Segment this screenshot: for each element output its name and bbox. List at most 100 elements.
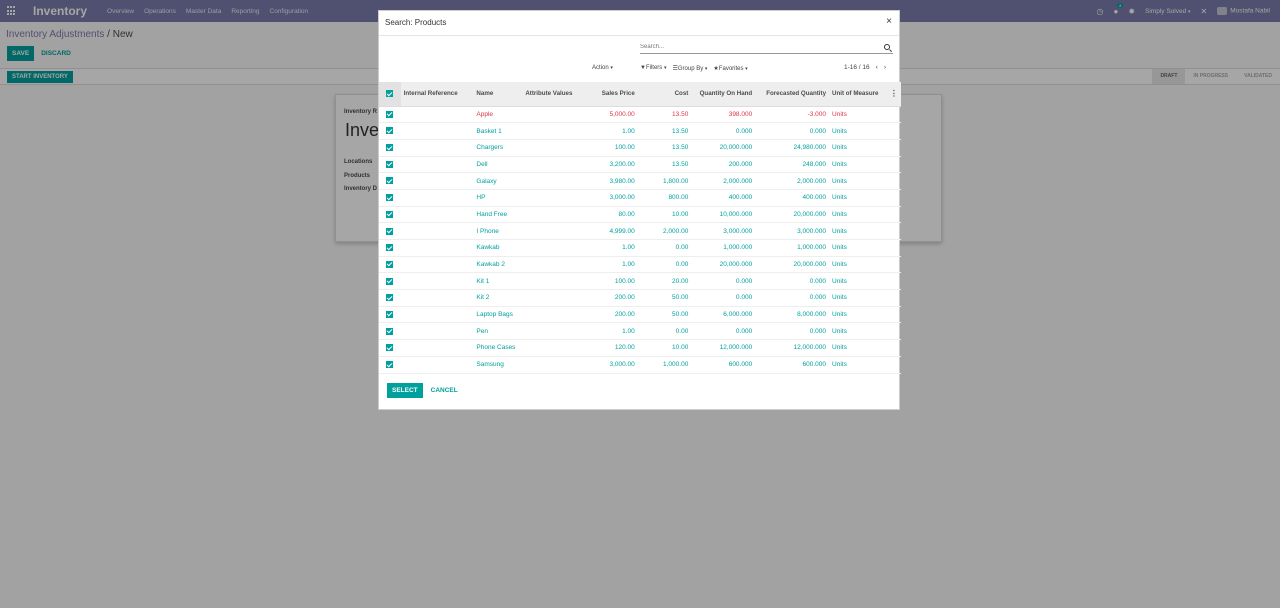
row-checkbox[interactable]	[379, 240, 401, 257]
table-row[interactable]: Hand Free 80.00 10.00 10,000.000 20,000.000 U…	[379, 206, 901, 223]
cell-name: Hand Free	[476, 210, 508, 218]
row-checkbox[interactable]	[379, 340, 401, 357]
cell-forecasted-quantity: 248.000	[802, 160, 827, 168]
cell-cost: 800.00	[668, 194, 689, 202]
table-row[interactable]: Apple 5,000.00 13.50 398.000 -3.000 Units	[379, 106, 901, 123]
select-button[interactable]: SELECT	[387, 383, 423, 398]
cell-name: Basket 1	[476, 127, 502, 135]
optional-columns-kebab-icon[interactable]: ⋮	[886, 82, 901, 107]
favorites-dropdown[interactable]: ★Favorites ▾	[713, 65, 747, 72]
cell-internal-reference	[401, 206, 474, 223]
row-checkbox[interactable]	[379, 206, 401, 223]
row-checkbox[interactable]	[379, 156, 401, 173]
table-row[interactable]: Kawkab 2 1.00 0.00 20,000.000 20,000.000 Unit…	[379, 256, 901, 273]
table-row[interactable]: Kawkab 1.00 0.00 1,000.000 1,000.000 Units	[379, 240, 901, 257]
col-forecasted-quantity[interactable]: Forecasted Quantity	[755, 82, 830, 107]
cell-sales-price: 200.00	[614, 311, 635, 319]
cell-quantity-on-hand: 1,000.000	[723, 244, 753, 252]
cell-sales-price: 1.00	[622, 327, 635, 335]
cell-attribute-values	[522, 173, 592, 190]
table-row[interactable]: Kit 2 200.00 50.00 0.000 0.000 Units	[379, 290, 901, 307]
pager-value[interactable]: 1-16 / 16	[844, 64, 870, 71]
group-by-dropdown[interactable]: ☰Group By ▾	[672, 65, 707, 72]
table-row[interactable]: Phone Cases 120.00 10.00 12,000.000 12,000.0…	[379, 340, 901, 357]
row-checkbox[interactable]	[379, 356, 401, 373]
row-spacer	[887, 240, 901, 257]
table-row[interactable]: Laptop Bags 200.00 50.00 6,000.000 8,000.000…	[379, 306, 901, 323]
chevron-left-icon[interactable]: ‹	[876, 64, 878, 71]
row-checkbox[interactable]	[379, 139, 401, 156]
col-attribute-values[interactable]: Attribute Values	[522, 82, 592, 107]
cell-sales-price: 100.00	[614, 144, 635, 152]
row-checkbox[interactable]	[379, 256, 401, 273]
row-checkbox[interactable]	[379, 323, 401, 340]
filters-label: Filters	[645, 65, 663, 71]
cell-cost: 20.00	[672, 277, 689, 285]
table-row[interactable]: Chargers 100.00 13.50 20,000.000 24,980.000 U…	[379, 139, 901, 157]
cell-sales-price: 3,000.00	[609, 194, 635, 202]
chevron-right-icon[interactable]: ›	[884, 64, 886, 71]
cell-quantity-on-hand: 0.000	[735, 327, 753, 335]
col-cost[interactable]: Cost	[637, 82, 692, 107]
table-row[interactable]: Dell 3,200.00 13.50 200.000 248.000 Units	[379, 156, 901, 173]
table-row[interactable]: Basket 1 1.00 13.50 0.000 0.000 Units	[379, 123, 901, 140]
cell-unit-of-measure: Units	[832, 127, 847, 135]
row-spacer	[887, 273, 901, 290]
cancel-button[interactable]: CANCEL	[427, 383, 462, 398]
row-checkbox[interactable]	[379, 223, 401, 240]
cell-unit-of-measure: Units	[832, 294, 847, 302]
row-checkbox[interactable]	[379, 273, 401, 290]
row-spacer	[887, 290, 901, 307]
row-checkbox[interactable]	[379, 189, 401, 206]
cell-forecasted-quantity: 24,980.000	[793, 144, 827, 152]
cell-attribute-values	[522, 290, 592, 307]
col-internal-reference[interactable]: Internal Reference	[400, 82, 474, 107]
row-spacer	[887, 106, 901, 123]
cell-unit-of-measure: Units	[832, 194, 847, 202]
table-row[interactable]: Pen 1.00 0.00 0.000 0.000 Units	[379, 323, 901, 340]
table-row[interactable]: HP 3,000.00 800.00 400.000 400.000 Units	[379, 189, 901, 207]
col-name[interactable]: Name	[473, 82, 523, 107]
row-checkbox[interactable]	[379, 306, 401, 323]
cell-sales-price: 120.00	[614, 344, 635, 352]
row-spacer	[887, 356, 901, 373]
action-dropdown[interactable]: Action ▾	[592, 65, 613, 71]
cell-unit-of-measure: Units	[832, 311, 847, 319]
table-row[interactable]: Samsung 3,000.00 1,000.00 600.000 600.000 Uni…	[379, 356, 901, 373]
search-input[interactable]	[640, 44, 875, 50]
cell-forecasted-quantity: 2,000.000	[797, 177, 827, 185]
cell-unit-of-measure: Units	[832, 210, 847, 218]
col-unit-of-measure[interactable]: Unit of Measure	[829, 82, 887, 107]
cell-internal-reference	[401, 290, 474, 307]
cell-sales-price: 200.00	[614, 294, 635, 302]
cell-unit-of-measure: Units	[832, 261, 847, 269]
table-row[interactable]: Galaxy 3,980.00 1,800.00 2,000.000 2,000.000…	[379, 173, 901, 190]
cell-sales-price: 1.00	[622, 244, 635, 252]
row-checkbox[interactable]	[379, 123, 401, 140]
row-spacer	[887, 156, 901, 173]
table-row[interactable]: I Phone 4,999.00 2,000.00 3,000.000 3,000.00…	[379, 223, 901, 240]
col-quantity-on-hand[interactable]: Quantity On Hand	[691, 82, 756, 107]
cell-cost: 1,000.00	[663, 361, 689, 369]
cell-attribute-values	[522, 340, 592, 357]
row-checkbox[interactable]	[379, 106, 401, 123]
table-row[interactable]: Kit 1 100.00 20.00 0.000 0.000 Units	[379, 273, 901, 290]
cell-quantity-on-hand: 0.000	[735, 294, 753, 302]
cell-internal-reference	[401, 240, 474, 257]
cell-name: Samsung	[476, 361, 504, 369]
select-all-checkbox[interactable]	[379, 82, 401, 107]
row-checkbox[interactable]	[379, 290, 401, 307]
filters-dropdown[interactable]: ▼Filters ▾	[640, 65, 666, 72]
table-header-row: Internal Reference Name Attribute Values…	[379, 82, 901, 107]
pager: 1-16 / 16 ‹ ›	[844, 64, 886, 71]
cell-unit-of-measure: Units	[832, 227, 847, 235]
cell-name: Kawkab 2	[476, 261, 505, 269]
cell-unit-of-measure: Units	[832, 361, 847, 369]
cell-forecasted-quantity: 400.000	[802, 194, 827, 202]
col-sales-price[interactable]: Sales Price	[591, 82, 638, 107]
search-products-dialog: Search: Products × Action ▾ ▼Filters ▾ ☰…	[378, 10, 901, 410]
close-icon[interactable]: ×	[886, 16, 892, 27]
search-icon[interactable]	[884, 44, 890, 50]
row-checkbox[interactable]	[379, 173, 401, 190]
cell-unit-of-measure: Units	[832, 177, 847, 185]
